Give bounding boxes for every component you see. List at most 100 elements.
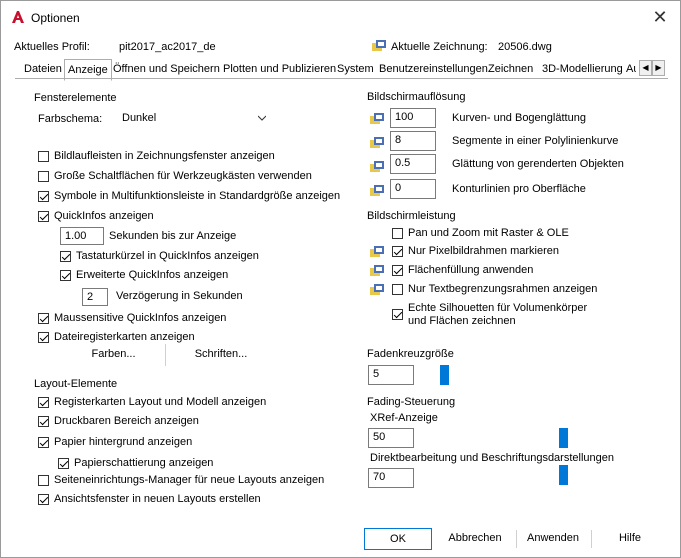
in-place-edit-input[interactable]: 70 (368, 468, 414, 488)
crosshair-heading: Fadenkreuzgröße (367, 348, 454, 360)
profile-value: pit2017_ac2017_de (119, 41, 216, 53)
scrollbars-checkbox[interactable] (38, 151, 49, 162)
file-tabs-checkbox[interactable] (38, 332, 49, 343)
crosshair-size-slider[interactable] (440, 365, 449, 385)
apply-button[interactable]: Anwenden (519, 528, 587, 550)
button-separator (516, 530, 517, 548)
solid-fill-label: Flächenfüllung anwenden (408, 264, 534, 276)
printable-area-checkbox[interactable] (38, 416, 49, 427)
tab-divider (15, 78, 668, 79)
current-drawing-value: 20506.dwg (498, 41, 552, 53)
shortcut-keys-checkbox[interactable] (60, 251, 71, 262)
chevron-down-icon (258, 115, 266, 121)
rollover-tooltips-checkbox[interactable] (38, 313, 49, 324)
paper-background-label: Papier hintergrund anzeigen (54, 436, 193, 448)
delay-seconds-input[interactable]: 2 (82, 288, 108, 306)
color-scheme-label: Farbschema: (38, 113, 103, 125)
layout-tabs-checkbox[interactable] (38, 397, 49, 408)
colors-button[interactable]: Farben... (62, 344, 166, 366)
raster-frame-checkbox[interactable] (392, 246, 403, 257)
text-frame-checkbox[interactable] (392, 284, 403, 295)
raster-frame-label: Nur Pixelbildrahmen markieren (408, 245, 560, 257)
tab-scroll-left-button[interactable]: ◀ (639, 60, 652, 76)
options-dialog: Optionen ✕ Aktuelles Profil: pit2017_ac2… (0, 0, 681, 558)
fading-heading: Fading-Steuerung (367, 396, 456, 408)
large-buttons-checkbox[interactable] (38, 171, 49, 182)
text-frame-label: Nur Textbegrenzungsrahmen anzeigen (408, 283, 598, 295)
drawing-setting-icon (370, 265, 384, 276)
printable-area-label: Druckbaren Bereich anzeigen (54, 415, 199, 427)
paper-background-checkbox[interactable] (38, 437, 49, 448)
tab-3d-modellierung[interactable]: 3D-Modellierung (542, 61, 623, 79)
pan-zoom-checkbox[interactable] (392, 228, 403, 239)
paper-shadow-checkbox[interactable] (58, 458, 69, 469)
button-separator (591, 530, 592, 548)
tab-plotten-publizieren[interactable]: Plotten und Publizieren (223, 61, 336, 79)
window-title: Optionen (31, 11, 80, 25)
tooltips-label: QuickInfos anzeigen (54, 210, 154, 222)
tooltips-checkbox[interactable] (38, 211, 49, 222)
xref-fading-input[interactable]: 50 (368, 428, 414, 448)
silhouettes-checkbox[interactable] (392, 309, 403, 320)
contour-lines-label: Konturlinien pro Oberfläche (452, 183, 586, 195)
window-elements-heading: Fensterelemente (34, 92, 117, 104)
arc-smoothness-input[interactable]: 100 (390, 108, 436, 128)
polyline-segments-label: Segmente in einer Polylinienkurve (452, 135, 619, 147)
tab-scroll-right-button[interactable]: ▶ (652, 60, 665, 76)
delay-seconds-label: Verzögerung in Sekunden (116, 290, 243, 302)
tab-benutzereinstellungen[interactable]: Benutzereinstellungen (379, 61, 488, 79)
drawing-setting-icon (370, 246, 384, 257)
rendered-smoothness-input[interactable]: 0.5 (390, 154, 436, 174)
solid-fill-checkbox[interactable] (392, 265, 403, 276)
xref-display-label: XRef-Anzeige (370, 412, 438, 424)
arrow-right-icon: ▶ (655, 63, 662, 72)
tab-zeichnen[interactable]: Zeichnen (488, 61, 533, 79)
arc-smoothness-label: Kurven- und Bogenglättung (452, 112, 586, 124)
polyline-segments-input[interactable]: 8 (390, 131, 436, 151)
tab-system[interactable]: System (337, 61, 374, 79)
create-viewport-checkbox[interactable] (38, 494, 49, 505)
scrollbars-label: Bildlaufleisten in Zeichnungsfenster anz… (54, 150, 275, 162)
title-bar[interactable]: Optionen ✕ (1, 1, 680, 33)
current-drawing-label: Aktuelle Zeichnung: (391, 41, 488, 53)
layout-elements-heading: Layout-Elemente (34, 378, 118, 390)
crosshair-size-input[interactable]: 5 (368, 365, 414, 385)
ok-button[interactable]: OK (364, 528, 432, 550)
in-place-edit-slider[interactable] (559, 465, 568, 485)
xref-fading-slider[interactable] (559, 428, 568, 448)
autocad-logo-icon (12, 11, 24, 23)
silhouettes-label-line2: und Flächen zeichnen (408, 315, 516, 327)
extended-tooltips-checkbox[interactable] (60, 270, 71, 281)
in-place-edit-label: Direktbearbeitung und Beschriftungsdarst… (370, 452, 614, 464)
color-scheme-value: Dunkel (122, 112, 157, 124)
drawing-setting-icon (370, 185, 384, 196)
tab-truncated[interactable]: Au (626, 61, 636, 79)
silhouettes-label-line1: Echte Silhouetten für Volumenkörper (408, 302, 588, 314)
ribbon-icons-label: Symbole in Multifunktionsleiste in Stand… (54, 190, 341, 202)
fonts-button[interactable]: Schriften... (167, 344, 275, 366)
tab-oeffnen-speichern[interactable]: Öffnen und Speichern (113, 61, 220, 79)
tab-dateien[interactable]: Dateien (24, 61, 62, 79)
help-button[interactable]: Hilfe (596, 528, 664, 550)
color-scheme-dropdown[interactable]: Dunkel (118, 108, 273, 128)
rollover-tooltips-label: Maussensitive QuickInfos anzeigen (54, 312, 227, 324)
drawing-setting-icon (370, 161, 384, 172)
layout-tabs-label: Registerkarten Layout und Modell anzeige… (54, 396, 267, 408)
close-button[interactable]: ✕ (650, 7, 670, 27)
drawing-setting-icon (370, 284, 384, 295)
file-tabs-label: Dateiregisterkarten anzeigen (54, 331, 195, 343)
shortcut-keys-label: Tastaturkürzel in QuickInfos anzeigen (76, 250, 259, 262)
performance-heading: Bildschirmleistung (367, 210, 456, 222)
drawing-setting-icon (370, 113, 384, 124)
create-viewport-label: Ansichtsfenster in neuen Layouts erstell… (54, 493, 261, 505)
ribbon-icons-checkbox[interactable] (38, 191, 49, 202)
page-setup-label: Seiteneinrichtungs-Manager für neue Layo… (54, 474, 325, 486)
drawing-icon (372, 40, 386, 51)
cancel-button[interactable]: Abbrechen (439, 528, 511, 550)
profile-label: Aktuelles Profil: (14, 41, 90, 53)
page-setup-checkbox[interactable] (38, 475, 49, 486)
rendered-smoothness-label: Glättung von gerenderten Objekten (452, 158, 624, 170)
contour-lines-input[interactable]: 0 (390, 179, 436, 199)
arrow-left-icon: ◀ (642, 63, 649, 72)
tooltip-seconds-input[interactable]: 1.00 (60, 227, 104, 245)
